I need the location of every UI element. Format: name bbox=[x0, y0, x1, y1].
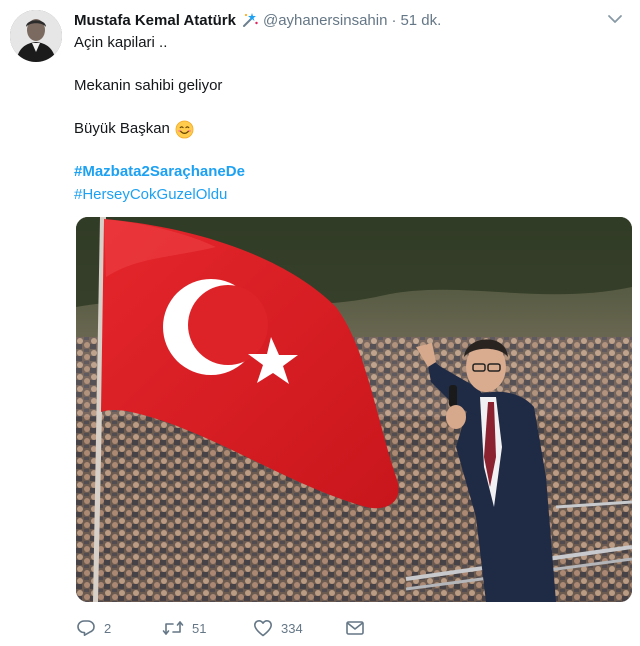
retweet-icon bbox=[162, 621, 184, 635]
author-handle[interactable]: @ayhanersinsahin bbox=[263, 12, 387, 29]
stars-badge-icon bbox=[241, 11, 259, 29]
reply-count: 2 bbox=[104, 620, 112, 636]
tweet-text: Büyük Başkan bbox=[74, 120, 170, 137]
photo-image bbox=[76, 217, 632, 602]
tweet-photo[interactable] bbox=[76, 217, 632, 602]
avatar-image bbox=[10, 10, 62, 62]
retweet-button[interactable]: 51 bbox=[162, 618, 253, 638]
smiling-face-emoji bbox=[175, 120, 194, 139]
separator-dot: · bbox=[391, 11, 397, 29]
like-count: 334 bbox=[281, 620, 303, 636]
hashtag-link[interactable]: #Mazbata2SaraçhaneDe bbox=[74, 162, 245, 182]
tweet-text-line: Açin kapilari .. bbox=[74, 34, 168, 51]
retweet-count: 51 bbox=[192, 620, 207, 636]
heart-icon bbox=[254, 620, 272, 637]
chevron-down-icon[interactable] bbox=[606, 12, 624, 26]
reply-button[interactable]: 2 bbox=[76, 618, 162, 638]
avatar[interactable] bbox=[10, 10, 62, 62]
tweet-actions: 2 51 334 bbox=[76, 617, 365, 639]
direct-message-button[interactable] bbox=[345, 618, 365, 638]
timestamp[interactable]: 51 dk. bbox=[400, 12, 441, 29]
tweet[interactable]: Mustafa Kemal Atatürk @ayhanersinsahin ·… bbox=[0, 0, 640, 646]
tweet-text-line: Mekanin sahibi geliyor bbox=[74, 77, 223, 94]
hashtag-link[interactable]: #HerseyCokGuzelOldu bbox=[74, 185, 227, 205]
tweet-text-line: Büyük Başkan bbox=[74, 119, 194, 139]
author-name[interactable]: Mustafa Kemal Atatürk bbox=[74, 12, 236, 29]
like-button[interactable]: 334 bbox=[253, 618, 345, 638]
tweet-header: Mustafa Kemal Atatürk @ayhanersinsahin ·… bbox=[74, 10, 441, 30]
reply-icon bbox=[77, 620, 95, 636]
envelope-icon bbox=[346, 621, 364, 635]
